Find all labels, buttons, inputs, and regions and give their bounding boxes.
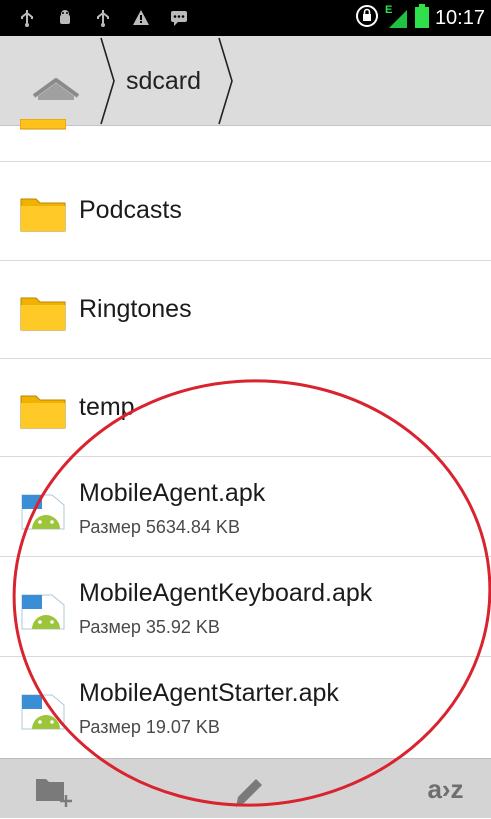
apk-file-icon <box>21 694 65 730</box>
apk-file-icon <box>21 494 65 530</box>
breadcrumb-separator <box>100 37 115 125</box>
rotation-lock-icon <box>355 4 379 33</box>
list-item[interactable]: MobileAgent.apk Размер 5634.84 KB <box>0 457 491 557</box>
bottom-action-bar: a›z <box>0 758 491 818</box>
list-item[interactable]: Podcasts <box>0 162 491 261</box>
message-icon <box>170 9 188 27</box>
home-icon <box>32 78 80 100</box>
list-item[interactable]: MobileAgentKeyboard.apk Размер 35.92 KB <box>0 557 491 657</box>
android-debug-icon <box>56 9 74 27</box>
file-size: Размер 5634.84 KB <box>79 517 240 537</box>
signal-icon: E <box>384 4 409 30</box>
file-size: Размер 19.07 KB <box>79 717 220 737</box>
file-name: Podcasts <box>79 196 182 224</box>
home-button[interactable] <box>0 36 106 126</box>
apk-file-icon <box>21 594 65 630</box>
list-item[interactable]: Ringtones <box>0 261 491 359</box>
folder-icon <box>20 198 66 232</box>
file-size: Размер 35.92 KB <box>79 617 220 637</box>
list-item[interactable] <box>0 119 491 162</box>
breadcrumb-item-sdcard[interactable]: sdcard <box>126 36 201 126</box>
usb-icon <box>94 9 112 27</box>
list-item[interactable]: MobileAgentStarter.apk Размер 19.07 KB <box>0 657 491 758</box>
network-type-label: E <box>384 4 393 16</box>
clock: 10:17 <box>434 6 485 29</box>
list-item[interactable]: temp <box>0 359 491 457</box>
breadcrumb-separator <box>218 37 233 125</box>
sort-az-label: a›z <box>427 773 464 804</box>
edit-button[interactable] <box>206 759 286 819</box>
new-folder-button[interactable] <box>10 759 90 819</box>
new-folder-icon <box>36 779 72 807</box>
status-bar: E 10:17 <box>0 0 491 36</box>
folder-icon <box>20 395 66 429</box>
breadcrumb: sdcard <box>0 36 491 126</box>
file-name: Ringtones <box>79 295 192 323</box>
usb-icon <box>18 9 36 27</box>
file-name: temp <box>79 393 135 421</box>
file-name: MobileAgentStarter.apk <box>79 679 339 707</box>
pencil-icon <box>236 779 262 807</box>
warning-icon <box>132 9 150 27</box>
battery-icon <box>414 3 429 33</box>
folder-icon <box>20 119 66 130</box>
file-name: MobileAgent.apk <box>79 479 266 507</box>
notification-icons <box>18 9 188 27</box>
folder-icon <box>20 297 66 331</box>
sort-button[interactable]: a›z <box>400 759 491 819</box>
system-icons: E 10:17 <box>355 3 485 33</box>
file-name: MobileAgentKeyboard.apk <box>79 579 373 607</box>
